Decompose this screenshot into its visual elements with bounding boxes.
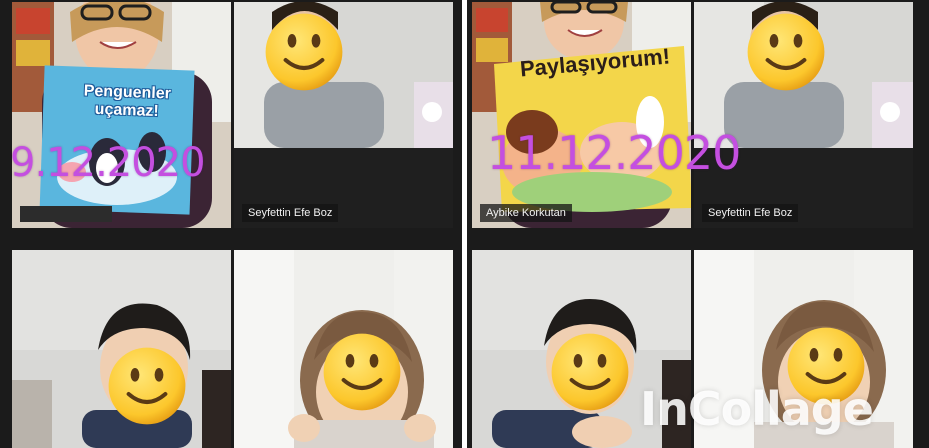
video-tile-teacher[interactable]: Paylaşıyorum! Aybike Korkutan	[472, 2, 691, 228]
video-tile-participant[interactable]	[12, 250, 231, 448]
participant-name-tag	[20, 206, 112, 222]
smiley-face-icon	[107, 346, 187, 426]
date-label: 9.12.2020	[10, 140, 206, 186]
incollage-watermark: InCollage	[640, 382, 874, 436]
zoom-gallery-panel-left: Penguenler uçamaz! Seyfettin Efe Boz 9.1…	[0, 0, 462, 448]
smiley-face-icon	[264, 12, 344, 92]
video-tile-participant[interactable]	[234, 250, 453, 448]
smiley-face-icon	[746, 12, 826, 92]
smiley-face-icon	[322, 332, 402, 412]
video-tile-participant[interactable]: Seyfettin Efe Boz	[234, 2, 453, 228]
video-tile-teacher[interactable]: Penguenler uçamaz!	[12, 2, 231, 228]
date-label: 11.12.2020	[487, 126, 741, 180]
teacher-video	[472, 2, 691, 228]
smiley-face-icon	[550, 332, 630, 412]
participant-name-tag: Seyfettin Efe Boz	[702, 204, 799, 222]
video-tile-participant[interactable]: Seyfettin Efe Boz	[694, 2, 913, 228]
zoom-gallery-panel-right: Paylaşıyorum! Aybike Korkutan Seyfettin …	[467, 0, 929, 448]
book-title: Penguenler uçamaz!	[51, 81, 202, 122]
participant-name-tag: Seyfettin Efe Boz	[242, 204, 339, 222]
participant-name-tag: Aybike Korkutan	[480, 204, 572, 222]
